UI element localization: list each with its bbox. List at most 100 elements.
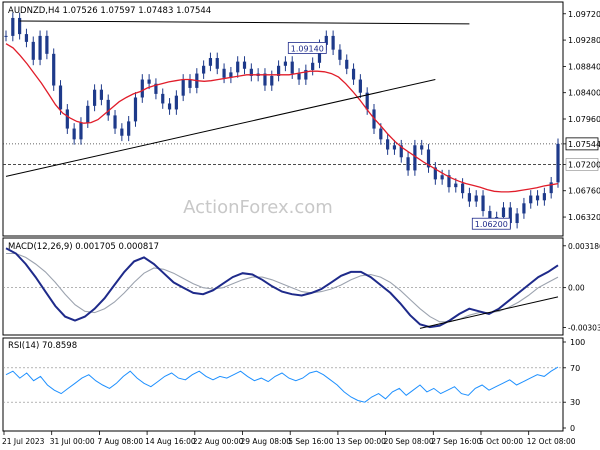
price-bar-body [106,99,110,116]
price-bar-body [535,195,540,201]
price-bar-body [133,97,138,122]
price-bar-body [440,175,444,180]
x-axis-tick-label: 5 Sep 16:00 [288,437,334,446]
price-y-tick-label: 1.06320 [568,213,600,222]
price-bar-body [556,143,560,183]
price-bar-body [311,62,315,70]
price-bar-body [92,89,97,106]
price-bar-body [351,68,356,80]
price-bar-body [413,145,417,171]
x-axis-tick-label: 13 Sep 00:00 [336,437,386,446]
watermark: ActionForex.com [183,197,333,218]
price-bar-body [481,195,485,212]
price-y-tick-label: 1.06760 [568,187,600,196]
x-axis-tick-label: 7 Aug 08:00 [97,437,143,446]
price-annotation-label: 1.09140 [291,44,324,53]
price-bar-body [140,79,144,98]
rsi-y-tick-label: 70 [570,364,580,373]
price-bar-body [147,79,151,84]
rsi-y-tick-label: 100 [570,338,585,347]
price-bar-body [24,34,29,42]
x-axis-tick-label: 5 Oct 00:00 [479,437,523,446]
price-bar-body [358,79,362,93]
rsi-panel-title: RSI(14) 70.8598 [8,341,77,351]
price-bar-body [167,103,172,110]
price-bar-body [120,128,124,136]
price-bar-body [236,61,240,73]
price-bar-body [188,79,192,88]
price-panel-title: AUDNZD,H4 1.07526 1.07597 1.07483 1.0754… [8,6,211,16]
price-bar-body [161,93,165,104]
rsi-y-tick-label: 30 [570,398,580,407]
price-bar-body [202,65,206,74]
x-axis-tick-label: 22 Aug 00:00 [193,437,244,446]
x-axis-tick-label: 29 Aug 08:00 [241,437,292,446]
price-bar-body [270,75,274,86]
price-bar-body [338,49,342,60]
x-axis-tick-label: 20 Sep 08:00 [384,437,434,446]
price-bar-body [58,85,63,110]
price-bar-body [45,35,49,54]
price-bar-body [379,128,383,140]
macd-y-tick-label: 0.003186 [568,242,600,251]
price-bar-body [406,157,410,171]
x-axis-tick-label: 31 Jul 00:00 [50,437,95,446]
price-bar-body [386,139,390,150]
price-bar-body [542,193,546,201]
price-bar-body [297,73,301,80]
x-axis-tick-label: 27 Sep 16:00 [431,437,481,446]
price-bar-body [99,89,104,100]
price-bar-body [65,109,69,129]
price-bar-body [222,68,226,78]
price-y-tick-label: 1.09720 [568,10,600,19]
price-bar-body [11,17,15,36]
price-bar-body [113,115,117,129]
price-bar-body [474,195,478,202]
price-bar-body [501,207,506,218]
price-annotation-label: 1.06200 [475,220,508,229]
price-bar-body [38,35,42,60]
price-y-tick-label: 1.07200 [568,160,600,169]
macd-y-tick-label: 0.00 [568,284,585,293]
price-bar-body [522,203,526,214]
price-bar-body [331,35,335,50]
price-bar-body [86,105,90,123]
price-y-tick-label: 1.08840 [568,62,600,71]
price-y-tick-label: 1.07960 [568,115,600,124]
price-bar-body [127,121,131,136]
price-bar-body [181,79,185,96]
x-axis-tick-label: 14 Aug 16:00 [145,437,196,446]
price-bar-body [215,58,219,69]
price-bar-body [79,122,83,140]
price-bar-body [242,61,247,69]
price-bar-body [529,195,533,204]
price-bar-body [290,61,294,74]
x-axis-tick-label: 12 Oct 08:00 [527,437,576,446]
price-bar-body [345,59,349,69]
macd-panel-title: MACD(12,26,9) 0.001705 0.000817 [8,242,159,252]
price-y-tick-label: 1.07544 [568,140,600,149]
chart-canvas: AUDNZD,H4 1.07526 1.07597 1.07483 1.0754… [0,0,600,450]
price-annotation: 1.06200 [471,217,511,230]
price-y-tick-label: 1.09280 [568,36,600,45]
price-bar-body [174,95,178,110]
price-bar-body [4,35,8,37]
price-bar-body [18,17,22,35]
price-annotation: 1.09140 [287,42,327,54]
price-bar-body [283,61,288,66]
price-y-tick-label: 1.08400 [568,89,600,98]
price-bar-body [392,145,397,150]
macd-y-tick-label: -0.003031 [568,323,600,332]
price-bar-body [208,58,213,66]
price-bar-body [420,145,424,150]
price-bar-body [467,193,472,202]
price-bar-body [515,213,519,224]
price-bar-body [52,53,56,86]
price-bar-body [454,183,458,188]
rsi-y-tick-label: 0 [570,424,575,433]
price-bar-body [460,183,465,194]
price-bar-body [31,41,35,60]
x-axis-tick-label: 21 Jul 2023 [2,437,45,446]
price-bar-body [72,128,76,140]
price-bar-body [488,211,492,219]
